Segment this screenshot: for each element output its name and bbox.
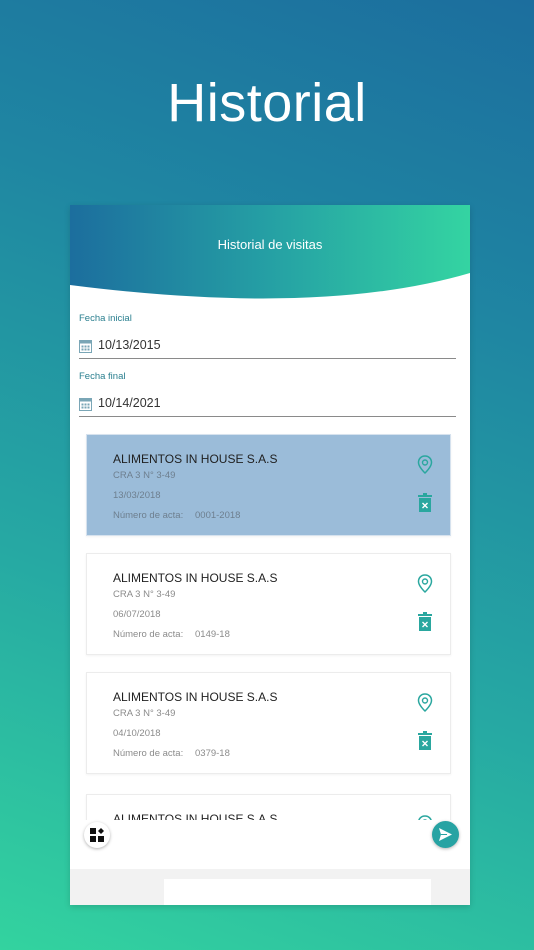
acta-number: 0001-2018 [195, 510, 241, 521]
dashboard-button[interactable] [84, 822, 110, 848]
end-date-label: Fecha final [79, 371, 126, 382]
visit-name: ALIMENTOS IN HOUSE S.A.S [113, 452, 278, 466]
list-clip: ALIMENTOS IN HOUSE S.A.S [70, 625, 470, 820]
end-date-field[interactable]: 10/14/2021 [79, 394, 456, 417]
location-pin-icon[interactable] [417, 815, 433, 820]
header-title: Historial de visitas [217, 237, 323, 252]
start-date-label: Fecha inicial [79, 313, 132, 324]
visit-address: CRA 3 N° 3-49 [113, 589, 176, 600]
end-date-value: 10/14/2021 [98, 396, 161, 410]
send-icon [439, 828, 452, 841]
visit-card[interactable]: ALIMENTOS IN HOUSE S.A.S CRA 3 N° 3-49 1… [86, 434, 451, 536]
visit-address: CRA 3 N° 3-49 [113, 470, 176, 481]
visit-date: 06/07/2018 [113, 609, 161, 620]
start-date-value: 10/13/2015 [98, 338, 161, 352]
bottom-bar-panel [164, 879, 431, 905]
header-wave [70, 205, 470, 299]
hero-title: Historial [167, 73, 367, 133]
location-pin-icon[interactable] [417, 455, 433, 475]
acta-label: Número de acta: [113, 510, 184, 521]
location-pin-icon[interactable] [417, 574, 433, 594]
visit-date: 13/03/2018 [113, 490, 161, 501]
send-button[interactable] [432, 821, 459, 848]
calendar-icon [79, 398, 92, 411]
app-screen: Historial de visitas Fecha inicial 10/13… [70, 205, 470, 905]
visit-name: ALIMENTOS IN HOUSE S.A.S [113, 812, 278, 820]
start-date-field[interactable]: 10/13/2015 [79, 336, 456, 359]
bottom-bar [70, 869, 470, 905]
app-header: Historial de visitas [70, 205, 470, 305]
calendar-icon [79, 340, 92, 353]
visit-name: ALIMENTOS IN HOUSE S.A.S [113, 571, 278, 585]
dashboard-icon [90, 828, 104, 842]
trash-icon[interactable] [418, 493, 432, 513]
visit-card[interactable]: ALIMENTOS IN HOUSE S.A.S [86, 794, 451, 820]
